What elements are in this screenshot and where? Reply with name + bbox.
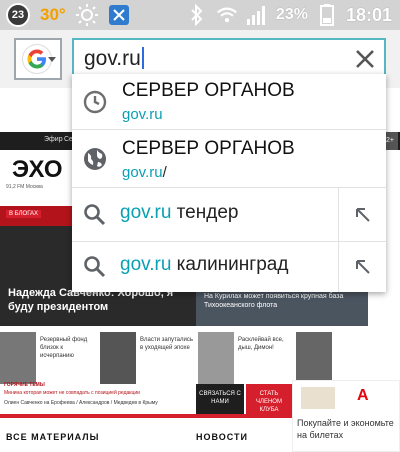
suggestion-url-match: gov.ru: [122, 164, 163, 181]
text-cursor: [141, 47, 144, 69]
suggestion-dropdown: СЕРВЕР ОРГАНОВ gov.ru СЕРВЕР ОРГАНОВ gov…: [72, 74, 386, 292]
battery-icon: [316, 4, 338, 26]
thumb-photo: [198, 332, 234, 384]
battery-percent: 23%: [275, 6, 308, 23]
thumb-article[interactable]: Расклейвай все, дыш, Димон!: [198, 328, 294, 388]
chevron-down-icon: [48, 57, 56, 62]
thumb-article[interactable]: [296, 328, 400, 388]
site-logo-sub: 91,2 FM Москва: [6, 184, 43, 190]
close-icon[interactable]: [354, 48, 376, 70]
search-icon: [82, 254, 108, 280]
site-logo[interactable]: ЭХО 91,2 FM Москва: [0, 154, 72, 194]
hot-topics-line[interactable]: Минина которая может не совпадать с пози…: [4, 390, 140, 396]
suggestion-history[interactable]: СЕРВЕР ОРГАНОВ gov.ru: [72, 74, 386, 130]
suggestion-url-match: gov.ru: [122, 106, 163, 123]
insert-arrow-icon[interactable]: [338, 242, 386, 292]
suggestion-title: СЕРВЕР ОРГАНОВ: [122, 80, 295, 101]
advertisement[interactable]: А Покупайте и экономьте на билетах: [292, 380, 400, 452]
site-nav-item[interactable]: Эфир: [44, 136, 63, 143]
url-input-value[interactable]: gov.ru: [84, 47, 141, 70]
suggestion-search[interactable]: gov.ru калининград: [72, 242, 386, 292]
thumb-title: Расклейвай все, дыш, Димон!: [238, 337, 284, 351]
google-g-icon: [23, 45, 51, 73]
search-engine-selector[interactable]: [14, 38, 62, 80]
thumb-article[interactable]: Власти запутались в уходящей эпохе: [100, 328, 196, 388]
thumb-article[interactable]: Резервный фонд близок к исчерпанию: [0, 328, 98, 388]
search-icon: [82, 202, 108, 228]
suggestion-url-rest: /: [162, 164, 167, 181]
thumb-title: Резервный фонд близок к исчерпанию: [40, 337, 88, 359]
suggestion-title: СЕРВЕР ОРГАНОВ: [122, 138, 295, 159]
history-clock-icon: [82, 89, 108, 115]
globe-icon: [82, 146, 108, 172]
bluetooth-icon: [186, 4, 208, 26]
hero-tag: В БЛОГАХ: [6, 210, 42, 218]
temperature-label: 30°: [40, 5, 66, 24]
insert-arrow-icon[interactable]: [338, 188, 386, 241]
secondary-article-title: На Курилах может появиться крупная база …: [204, 293, 344, 309]
suggestion-bookmark[interactable]: СЕРВЕР ОРГАНОВ gov.ru/: [72, 130, 386, 188]
notification-count-badge: 23: [6, 3, 30, 27]
join-club-button[interactable]: СТАТЬ ЧЛЕНОМ КЛУБА: [246, 384, 292, 414]
thumb-photo: [100, 332, 136, 384]
contact-us-button[interactable]: СВЯЗАТЬСЯ С НАМИ: [196, 384, 244, 414]
thumb-photo: [296, 332, 332, 384]
news-heading: НОВОСТИ: [196, 432, 249, 442]
section-divider: [0, 414, 292, 418]
suggestion-query-rest: тендер: [171, 202, 239, 223]
status-bar: 23 30° 23% 18:01: [0, 0, 400, 30]
signal-icon: [246, 4, 268, 26]
bank-card-image: [301, 387, 335, 409]
ad-text: Покупайте и экономьте на билетах: [297, 418, 394, 440]
hot-topics-label: ГОРЯЧИЕ ТЕМЫ: [4, 382, 45, 388]
site-logo-text: ЭХО: [12, 156, 63, 183]
suggestion-query-match: gov.ru: [120, 254, 172, 275]
weather-sun-icon: [75, 4, 98, 26]
thumb-photo: [0, 332, 36, 384]
suggestion-query-match: gov.ru: [120, 202, 172, 223]
bank-logo: А: [357, 387, 369, 404]
suggestion-query-rest: калининград: [171, 254, 289, 275]
clock: 18:01: [345, 4, 392, 25]
hot-topics-sub[interactable]: Олиен Савченко на Ерофеева / Александров…: [4, 400, 158, 406]
suggestion-search[interactable]: gov.ru тендер: [72, 188, 386, 242]
usb-debug-icon: [108, 4, 130, 26]
article-thumbs: Резервный фонд близок к исчерпанию Власт…: [0, 328, 400, 388]
wifi-icon: [216, 4, 238, 26]
thumb-title: Власти запутались в уходящей эпохе: [140, 337, 193, 351]
all-materials-heading: ВСЕ МАТЕРИАЛЫ: [6, 432, 100, 442]
